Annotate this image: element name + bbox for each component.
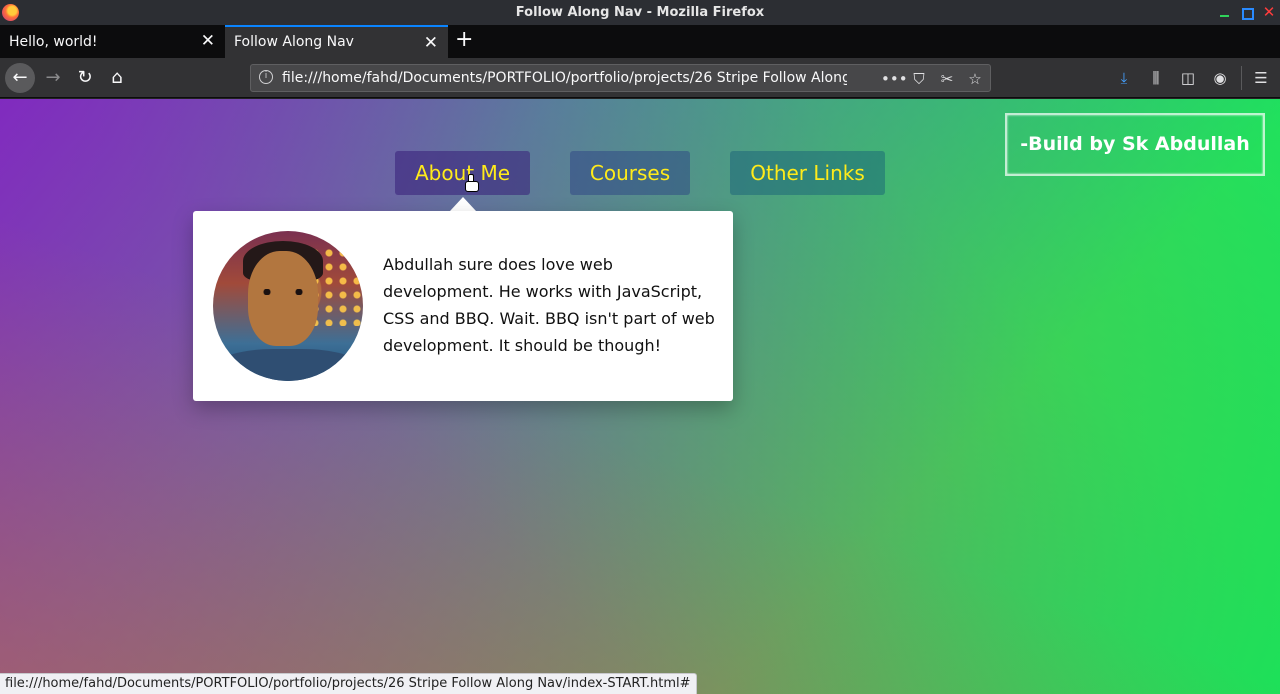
toolbar-separator xyxy=(1241,66,1242,90)
url-text[interactable]: file:///home/fahd/Documents/PORTFOLIO/po… xyxy=(282,70,847,86)
nav-item-courses[interactable]: Courses xyxy=(570,151,690,195)
navigation-toolbar: ← → ↻ ⌂ i file:///home/fahd/Documents/PO… xyxy=(0,58,1280,98)
site-info-icon[interactable]: i xyxy=(259,70,273,84)
avatar xyxy=(213,231,363,381)
back-arrow-icon[interactable]: ← xyxy=(5,63,35,93)
tab-hello-world[interactable]: Hello, world! ✕ xyxy=(0,25,225,58)
screenshot-scissors-icon[interactable]: ✂ xyxy=(937,69,957,89)
tab-close-icon[interactable]: ✕ xyxy=(424,33,438,53)
sidebar-icon[interactable]: ◫ xyxy=(1178,68,1198,88)
nav-item-about-me[interactable]: About Me xyxy=(395,151,530,195)
hand-pointer-cursor-icon xyxy=(465,174,479,192)
credit-badge: -Build by Sk Abdullah xyxy=(1005,113,1265,176)
window-titlebar: Follow Along Nav - Mozilla Firefox ✕ xyxy=(0,0,1280,25)
maximize-window-button[interactable] xyxy=(1240,4,1254,20)
tab-label: Hello, world! xyxy=(9,34,98,50)
page-actions-more-icon[interactable]: ••• xyxy=(881,69,908,89)
url-bar[interactable]: i file:///home/fahd/Documents/PORTFOLIO/… xyxy=(250,64,991,92)
library-icon[interactable]: ⫼ xyxy=(1146,68,1166,88)
tab-strip: Hello, world! ✕ Follow Along Nav ✕ + xyxy=(0,25,1280,58)
status-bar-link-preview: file:///home/fahd/Documents/PORTFOLIO/po… xyxy=(0,673,697,694)
forward-arrow-icon[interactable]: → xyxy=(38,63,68,93)
downloads-icon[interactable]: ⤓ xyxy=(1114,68,1134,88)
pocket-icon[interactable]: ⛉ xyxy=(909,69,929,89)
window-title: Follow Along Nav - Mozilla Firefox xyxy=(515,5,765,20)
new-tab-plus-icon[interactable]: + xyxy=(455,27,473,52)
nav-item-other-links[interactable]: Other Links xyxy=(730,151,885,195)
dropdown-arrow xyxy=(450,197,476,211)
bio-text: Abdullah sure does love web development.… xyxy=(383,255,715,355)
avatar-face xyxy=(248,251,318,346)
close-window-button[interactable]: ✕ xyxy=(1262,4,1276,20)
about-me-dropdown: Abdullah sure does love web development.… xyxy=(193,211,733,401)
page-content: About Me Courses Other Links -Build by S… xyxy=(0,99,1280,694)
tab-label: Follow Along Nav xyxy=(234,34,354,50)
tab-follow-along-nav[interactable]: Follow Along Nav ✕ xyxy=(225,25,448,58)
home-icon[interactable]: ⌂ xyxy=(102,63,132,93)
avatar-eyes xyxy=(261,289,305,295)
avatar-shirt xyxy=(218,349,358,381)
hamburger-menu-icon[interactable]: ☰ xyxy=(1251,68,1271,88)
tab-close-icon[interactable]: ✕ xyxy=(201,31,215,51)
minimize-window-button[interactable] xyxy=(1218,4,1232,20)
account-icon[interactable]: ◉ xyxy=(1210,68,1230,88)
bookmark-star-icon[interactable]: ☆ xyxy=(965,69,985,89)
reload-icon[interactable]: ↻ xyxy=(70,63,100,93)
